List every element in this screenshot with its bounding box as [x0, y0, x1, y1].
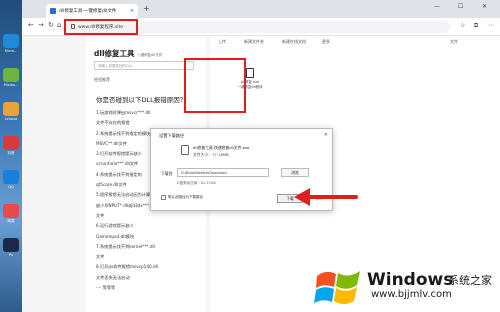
- new-doc-button[interactable]: 新建在线文档: [282, 39, 306, 45]
- desktop-icon-label: Micro...: [4, 49, 18, 53]
- windows-logo-icon: [314, 271, 360, 304]
- upload-button[interactable]: 上传: [218, 39, 226, 45]
- download-path-input[interactable]: D:\BaiduNetdiskDownload: [177, 168, 269, 177]
- app-icon[interactable]: [3, 170, 19, 184]
- maximize-button[interactable]: ☐: [458, 3, 463, 10]
- dialog-title: 设置下载路径: [159, 133, 185, 138]
- logo-text: dll修复工具: [94, 49, 135, 58]
- download-file-size: 文件大小：77.16MB: [193, 152, 229, 157]
- tab-title: dll修复工具-一键修复dll文件: [59, 9, 117, 14]
- tab-bar: dll修复工具-一键修复dll文件 × + — ☐ ✕: [22, 0, 500, 18]
- edge-icon[interactable]: [3, 34, 19, 48]
- download-file-name: dll修复工具-快速修复dll文件.exe: [193, 145, 250, 150]
- app-icon[interactable]: [3, 102, 19, 116]
- path-label: 下载到: [161, 171, 173, 176]
- section-title: 经验推荐: [94, 77, 110, 82]
- article-line: 文件: [96, 212, 105, 218]
- search-input[interactable]: 请输入您要查找的DLL: [94, 61, 194, 70]
- article-line: 1.玩游戏时弹出msvcr***.dll: [96, 110, 151, 115]
- favorites-icon[interactable]: ☆: [460, 22, 465, 29]
- desktop-background: Micro... Micros... Lenovo 抖音 QQ 网易 Ps: [0, 0, 22, 312]
- pointer-arrow-icon: [294, 188, 358, 206]
- minimize-button[interactable]: —: [434, 3, 440, 10]
- file-view-button[interactable]: 文件: [450, 39, 458, 45]
- desktop-icon-label: QQ: [8, 185, 14, 189]
- extensions-icon[interactable]: ⧉: [474, 22, 478, 30]
- article-line: ···· 等等等: [96, 285, 116, 291]
- menu-icon[interactable]: ⋯: [488, 22, 494, 29]
- close-icon[interactable]: ✕: [324, 132, 328, 138]
- watermark-brand: Windows: [367, 270, 454, 290]
- back-button[interactable]: ←: [28, 21, 34, 29]
- desktop-icon-label: 抖音: [7, 151, 15, 155]
- app-icon[interactable]: [3, 68, 19, 82]
- new-tab-button[interactable]: +: [143, 4, 150, 13]
- article-line: GameInput.dll模块: [96, 233, 135, 239]
- article-line: 文件丢失无法启动: [96, 274, 130, 280]
- watermark-brand-cn: 系统之家: [448, 274, 492, 287]
- photoshop-icon[interactable]: [3, 238, 19, 252]
- article-heading: 你是否碰到以下DLL报错原因？: [96, 96, 187, 104]
- disk-space-text: D盘剩余空间：81.25GB: [177, 181, 216, 185]
- desktop-icon-label: Ps: [9, 253, 13, 257]
- exe-file-icon: [246, 68, 254, 78]
- browser-tab[interactable]: dll修复工具-一键修复dll文件 ×: [46, 4, 138, 18]
- browse-button[interactable]: 浏览: [281, 168, 309, 177]
- more-button[interactable]: 更多: [322, 39, 330, 45]
- tab-close-icon[interactable]: ×: [130, 8, 134, 14]
- article-line: 8.打开ps软件报错msvcp140.dll: [96, 264, 158, 270]
- default-path-checkbox[interactable]: [161, 195, 166, 200]
- file-icon: [181, 145, 189, 155]
- home-button[interactable]: ⌂: [57, 21, 61, 29]
- file-highlight-box: [184, 58, 246, 113]
- forward-button[interactable]: →: [38, 21, 44, 29]
- close-window-button[interactable]: ✕: [482, 3, 487, 10]
- app-icon[interactable]: [3, 136, 19, 150]
- article-line: 7.系统提示找不到kernel***.dll: [96, 243, 155, 249]
- desktop-icon-label: Lenovo: [4, 117, 18, 121]
- article-line: 文件: [96, 254, 105, 260]
- watermark-url: www.bjjmlv.com: [371, 289, 452, 300]
- refresh-button[interactable]: ↻: [48, 21, 54, 29]
- desktop-icon-label: 网易: [7, 219, 15, 223]
- new-folder-button[interactable]: 新建文件夹: [244, 39, 264, 45]
- logo-subtitle: 一键修复dll文件: [137, 53, 163, 57]
- favicon-icon: [50, 8, 56, 14]
- desktop-icon-label: Micros...: [3, 83, 19, 87]
- url-highlight-box: [64, 19, 138, 35]
- app-icon[interactable]: [3, 204, 19, 218]
- site-logo[interactable]: dll修复工具 一键修复dll文件: [94, 48, 162, 59]
- article-line: 6.运行游戏提示缺少: [96, 223, 134, 229]
- default-path-label: 默认此路径为下载路径: [168, 195, 203, 199]
